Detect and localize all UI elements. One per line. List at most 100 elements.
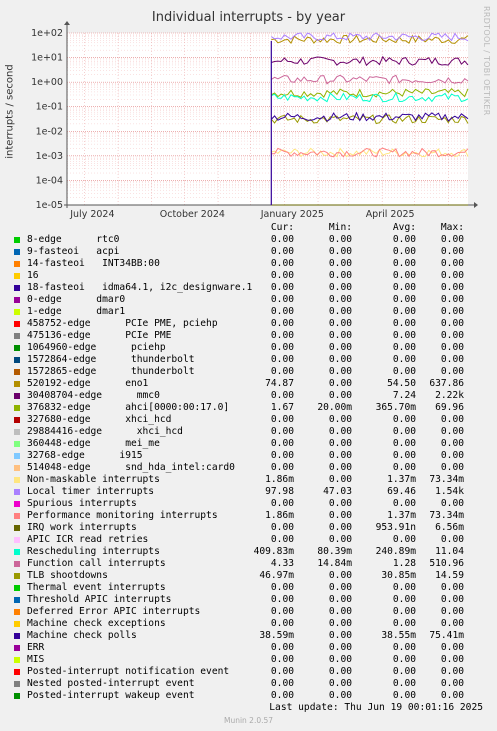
legend-series-name: Thermal event interrupts — [27, 582, 166, 593]
legend-value-cur: 0.00 — [270, 414, 294, 425]
legend-series-name: 327680-edge xhci_hcd — [27, 414, 172, 425]
munin-graph-page: Individual interrupts - by year interrup… — [0, 0, 497, 731]
legend-swatch — [14, 297, 20, 303]
legend-row: Performance monitoring interrupts 1.86m 0.… — [0, 510, 497, 522]
legend-swatch — [14, 549, 20, 555]
legend-row: 376832-edge ahci[0000:00:17.0] 1.67 20.00m… — [0, 402, 497, 414]
legend-series-name: Local timer interrupts — [27, 486, 155, 497]
legend-value-min: 0.00 — [328, 594, 352, 605]
legend-series-name: Machine check exceptions — [27, 618, 166, 629]
legend-row: 1-edge dmar1 0.00 0.00 0.00 0.00 — [0, 306, 497, 318]
legend-column-header: Cur: — [270, 222, 294, 233]
y-tick-label: 1e-02 — [36, 126, 63, 137]
legend-value-cur: 0.00 — [270, 246, 294, 257]
legend-swatch — [14, 573, 20, 579]
legend-swatch — [14, 321, 20, 327]
legend-value-max: 0.00 — [440, 498, 464, 509]
legend-value-cur: 0.00 — [270, 498, 294, 509]
legend-swatch — [14, 537, 20, 543]
legend-value-min: 0.00 — [328, 642, 352, 653]
legend-value-min: 0.00 — [328, 678, 352, 689]
legend-value-min: 0.00 — [328, 282, 352, 293]
legend-series-name: ERR — [27, 642, 45, 653]
legend-value-min: 0.00 — [328, 534, 352, 545]
legend-value-min: 0.00 — [328, 450, 352, 461]
legend-value-max: 0.00 — [440, 426, 464, 437]
legend-swatch — [14, 285, 20, 291]
legend-value-min: 0.00 — [328, 510, 352, 521]
legend-value-min: 0.00 — [328, 366, 352, 377]
legend-value-cur: 0.00 — [270, 666, 294, 677]
x-axis-arrow — [474, 202, 478, 208]
legend-value-cur: 0.00 — [270, 678, 294, 689]
legend-swatch — [14, 657, 20, 663]
legend-row: 1064960-edge pciehp 0.00 0.00 0.00 0.00 — [0, 342, 497, 354]
legend-row: Machine check exceptions 0.00 0.00 0.00 0.00 — [0, 618, 497, 630]
legend-value-min: 0.00 — [328, 426, 352, 437]
legend-value-max: 637.86 — [429, 378, 464, 389]
legend-row: Function call interrupts 4.33 14.84m 1.28 51… — [0, 558, 497, 570]
legend-series-name: 458752-edge PCIe PME, pciehp — [27, 318, 218, 329]
legend-row: 14-fasteoi INT34BB:00 0.00 0.00 0.00 0.00 — [0, 258, 497, 270]
legend-value-max: 0.00 — [440, 594, 464, 605]
legend-swatch — [14, 405, 20, 411]
legend-swatch — [14, 345, 20, 351]
legend-value-max: 0.00 — [440, 462, 464, 473]
legend-value-min: 47.03 — [323, 486, 352, 497]
legend-value-max: 0.00 — [440, 582, 464, 593]
legend-swatch — [14, 441, 20, 447]
legend-row: 327680-edge xhci_hcd 0.00 0.00 0.00 0.00 — [0, 414, 497, 426]
legend-swatch — [14, 393, 20, 399]
legend-row: Rescheduling interrupts 409.83m 80.39m 240.… — [0, 546, 497, 558]
legend-value-max: 0.00 — [440, 246, 464, 257]
legend-row: 1572865-edge thunderbolt 0.00 0.00 0.00 0.00 — [0, 366, 497, 378]
legend-value-cur: 1.67 — [270, 402, 294, 413]
legend-value-max: 0.00 — [440, 234, 464, 245]
legend-value-min: 80.39m — [317, 546, 352, 557]
legend-value-cur: 1.86m — [265, 474, 294, 485]
legend-value-cur: 0.00 — [270, 582, 294, 593]
legend-swatch — [14, 525, 20, 531]
legend-value-min: 14.84m — [317, 558, 352, 569]
legend-row: TLB shootdowns 46.97m 0.00 30.85m 14.59 — [0, 570, 497, 582]
x-tick-label: April 2025 — [366, 209, 415, 220]
legend-series-name: Performance monitoring interrupts — [27, 510, 218, 521]
legend-value-max: 14.59 — [435, 570, 464, 581]
legend-row: 360448-edge mei_me 0.00 0.00 0.00 0.00 — [0, 438, 497, 450]
legend-row: Nested posted-interrupt event 0.00 0.00 0.0… — [0, 678, 497, 690]
legend-value-min: 0.00 — [328, 270, 352, 281]
legend-swatch — [14, 561, 20, 567]
y-tick-label: 1e-05 — [36, 200, 63, 211]
y-tick-label: 1e-04 — [36, 175, 63, 186]
legend-series-name: Function call interrupts — [27, 558, 166, 569]
legend-swatch — [14, 681, 20, 687]
legend-swatch — [14, 633, 20, 639]
legend-series-name: 1572865-edge thunderbolt — [27, 366, 195, 377]
legend-series-name: 8-edge rtc0 — [27, 234, 120, 245]
legend-row: 1572864-edge thunderbolt 0.00 0.00 0.00 0.00 — [0, 354, 497, 366]
legend-value-min: 0.00 — [328, 246, 352, 257]
legend-series-name: 360448-edge mei_me — [27, 438, 160, 449]
legend-swatch — [14, 465, 20, 471]
legend-value-min: 0.00 — [328, 318, 352, 329]
legend-swatch — [14, 429, 20, 435]
legend-value-min: 0.00 — [328, 522, 352, 533]
legend-value-min: 0.00 — [328, 414, 352, 425]
legend-value-max: 69.96 — [435, 402, 464, 413]
legend-series-name: Spurious interrupts — [27, 498, 137, 509]
legend-value-max: 0.00 — [440, 342, 464, 353]
legend-swatch — [14, 585, 20, 591]
legend-swatch — [14, 513, 20, 519]
legend-value-min: 0.00 — [328, 462, 352, 473]
legend-value-max: 0.00 — [440, 366, 464, 377]
legend-value-cur: 0.00 — [270, 354, 294, 365]
legend-row: 9-fasteoi acpi 0.00 0.00 0.00 0.00 — [0, 246, 497, 258]
legend-series-name: 376832-edge ahci[0000:00:17.0] — [27, 402, 230, 413]
legend-value-min: 0.00 — [328, 438, 352, 449]
legend-value-min: 0.00 — [328, 630, 352, 641]
legend-value-cur: 0.00 — [270, 450, 294, 461]
legend-value-min: 0.00 — [328, 354, 352, 365]
legend-value-max: 75.41m — [429, 630, 464, 641]
legend-value-max: 0.00 — [440, 330, 464, 341]
legend-value-min: 0.00 — [328, 342, 352, 353]
